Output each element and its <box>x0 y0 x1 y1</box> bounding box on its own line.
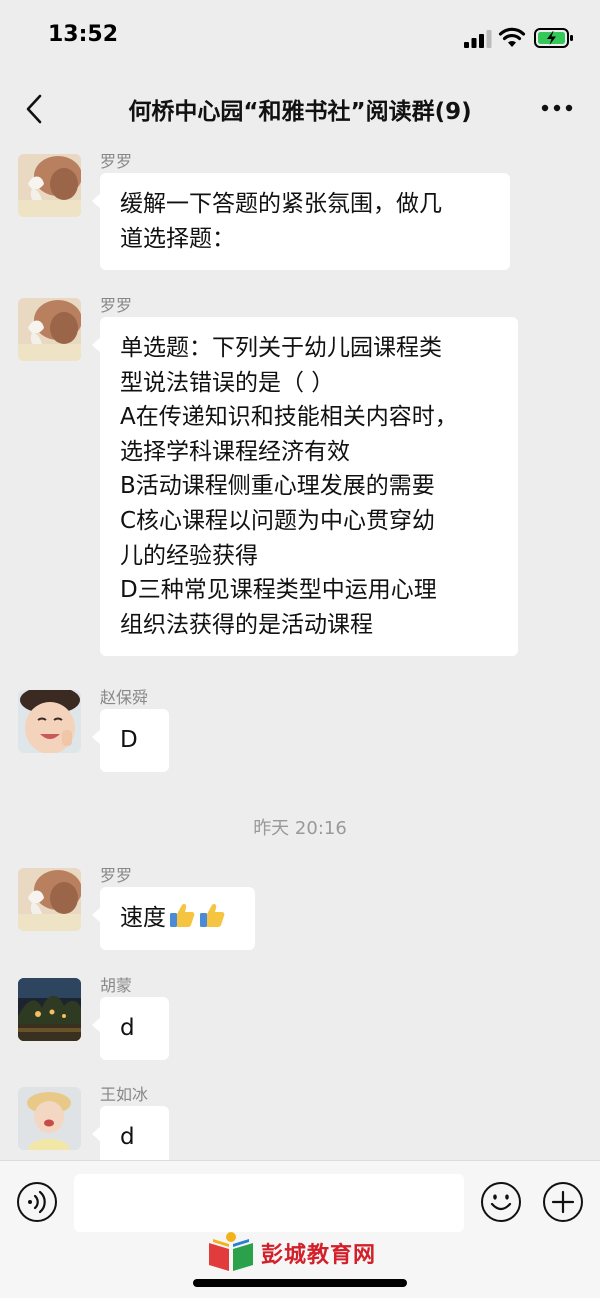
status-bar: 13:52 <box>0 0 600 78</box>
watermark-logo-icon <box>209 1232 253 1271</box>
girl-hat-avatar[interactable] <box>18 1087 81 1150</box>
sender-name: 赵保舜 <box>100 688 149 707</box>
cellular-signal-icon <box>464 30 492 48</box>
message-line: D <box>120 727 138 753</box>
message-bubble[interactable]: d <box>92 997 169 1060</box>
sender-name: 罗罗 <box>100 152 133 171</box>
sender-name: 王如冰 <box>100 1085 149 1104</box>
back-chevron-icon[interactable] <box>22 92 46 126</box>
thumbs-up-emoji-icon <box>200 904 225 927</box>
message-line: C核心课程以问题为中心贯穿幼 <box>120 507 436 534</box>
message-bubble[interactable]: 速度 <box>92 887 255 950</box>
message-bubble[interactable]: d <box>92 1106 169 1160</box>
message-line: A在传递知识和技能相关内容时， <box>120 404 458 431</box>
message-line: 型说法错误的是（ ） <box>120 369 335 396</box>
message-line: 速度 <box>120 901 235 936</box>
home-indicator <box>193 1279 407 1287</box>
message-line: 选择学科课程经济有效 <box>120 438 350 465</box>
girl-bow-avatar[interactable] <box>18 298 81 361</box>
message-line: d <box>120 1124 135 1150</box>
thumbs-up-emoji-icon <box>170 904 195 927</box>
wifi-icon <box>498 27 526 47</box>
sender-name: 胡蒙 <box>100 976 133 995</box>
message-line: 缓解一下答题的紧张氛围，做几 <box>120 191 442 217</box>
chat-header: 何桥中心园“和雅书社”阅读群(9) <box>0 78 600 140</box>
status-time: 13:52 <box>48 22 119 47</box>
input-bar: 彭城教育网 <box>0 1160 600 1298</box>
message-bubble[interactable]: 单选题：下列关于幼儿园课程类 型说法错误的是（ ） A在传递知识和技能相关内容时… <box>92 317 518 657</box>
message-input[interactable] <box>74 1174 464 1232</box>
chat-timestamp: 昨天 20:16 <box>253 818 347 839</box>
more-options-icon[interactable] <box>540 98 574 118</box>
watermark-text: 彭城教育网 <box>261 1243 377 1268</box>
message-line: 组织法获得的是活动课程 <box>120 611 373 638</box>
message-line: d <box>120 1015 135 1041</box>
battery-charging-icon <box>534 28 573 48</box>
message-bubble[interactable]: 缓解一下答题的紧张氛围，做几 道选择题： <box>92 173 510 271</box>
plus-icon[interactable] <box>542 1181 584 1223</box>
voice-icon[interactable] <box>16 1181 58 1223</box>
message-line: D三种常见课程类型中运用心理 <box>120 577 437 604</box>
message-text: 速度 <box>120 905 166 931</box>
message-bubble[interactable]: D <box>92 709 169 772</box>
smiling-boy-avatar[interactable] <box>18 690 81 753</box>
message-line: B活动课程侧重心理发展的需要 <box>120 473 435 500</box>
chat-message-list[interactable]: 罗罗 缓解一下答题的紧张氛围，做几 道选择题： 罗罗 单选题：下列关于幼儿园课程… <box>0 140 600 1160</box>
sender-name: 罗罗 <box>100 296 133 315</box>
girl-bow-avatar[interactable] <box>18 868 81 931</box>
girl-bow-avatar[interactable] <box>18 154 81 217</box>
message-line: 儿的经验获得 <box>120 542 258 569</box>
emoji-icon[interactable] <box>480 1181 522 1223</box>
night-garden-avatar[interactable] <box>18 978 81 1041</box>
message-line: 道选择题： <box>120 225 235 252</box>
watermark: 彭城教育网 <box>205 1229 395 1279</box>
message-line: 单选题：下列关于幼儿园课程类 <box>120 335 442 361</box>
group-chat-title: 何桥中心园“和雅书社”阅读群(9) <box>128 99 472 125</box>
sender-name: 罗罗 <box>100 866 133 885</box>
